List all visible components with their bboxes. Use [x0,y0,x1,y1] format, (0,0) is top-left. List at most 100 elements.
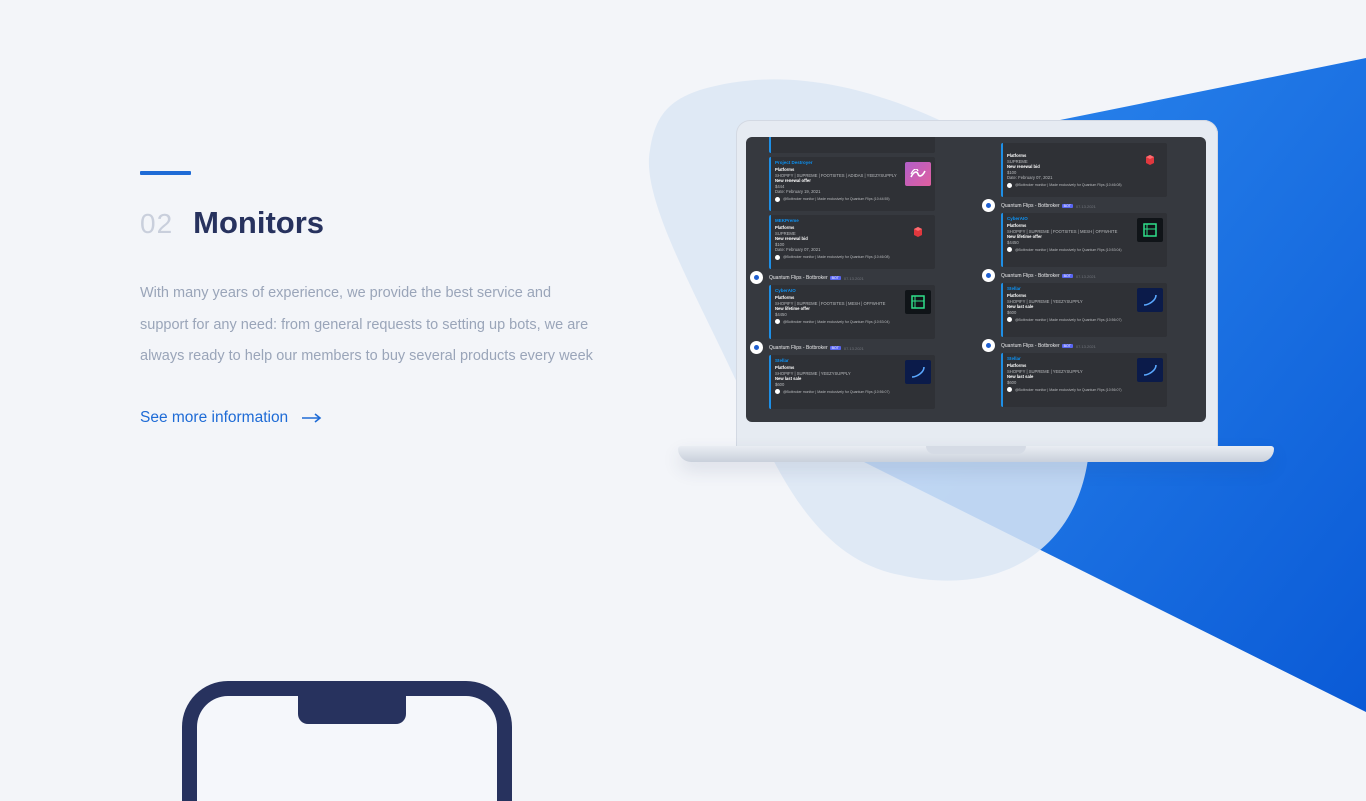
section-description: With many years of experience, we provid… [140,285,593,364]
monitor-feed-right: Platforms SUPREME New renewal bid $100 Date:… [982,143,1204,407]
bot-timestamp: 07.13.2021 [1075,203,1096,209]
monitor-embed: CyberAIO Platforms SHOPIFY | SUPREME | FOO… [1001,213,1167,267]
monitor-embed: Stellar Platforms SHOPIFY | SUPREME | YEEZ… [769,355,935,409]
embed-field-value: $600 [1007,309,1017,315]
monitor-message: Quantum Flips - Botbroker BOT 07.13.2021 St… [750,341,980,409]
section-heading: 02 Monitors [140,205,324,249]
embed-title: MEKPreme [775,218,799,223]
bot-name: Quantum Flips - Botbroker [1001,203,1060,209]
embed-footer: @Botbroker monitor | Made exclusively fo… [1007,247,1137,252]
bot-tag: BOT [829,276,841,280]
embed-field-value: $4450 [1007,239,1019,245]
section-accent-line [140,171,191,175]
embed-title: Project Destroyer [775,160,813,165]
embed-field-value: Date: February 07, 2021 [1007,175,1053,180]
bot-timestamp: 07.13.2021 [843,345,864,351]
see-more-information-label: See more information [140,409,289,426]
bot-header: Quantum Flips - Botbroker BOT 07.13.2021 [982,339,1204,352]
laptop-lid: @Botbroker monitor | Made exclusively fo… [736,120,1218,448]
embed-thumbnail-icon [1137,358,1163,382]
bot-timestamp: 07.13.2021 [1075,343,1096,349]
embed-footer-text: @Botbroker monitor | Made exclusively fo… [783,197,890,201]
mek-logo-icon [1137,148,1163,172]
monitor-embed: Stellar Platforms SHOPIFY | SUPREME | YEEZ… [1001,283,1167,337]
bot-timestamp: 07.13.2021 [843,275,864,281]
embed-title: CyberAIO [775,288,796,293]
bot-header: Quantum Flips - Botbroker BOT 07.13.2021 [982,199,1204,212]
embed-footer: @Botbroker monitor | Made exclusively fo… [775,389,905,394]
embed-footer-text: @Botbroker monitor | Made exclusively fo… [1015,317,1122,322]
embed-footer-text: @Botbroker monitor | Made exclusively fo… [783,389,890,394]
monitor-message: Quantum Flips - Botbroker BOT 07.13.2021 Cy… [982,199,1204,267]
embed-title: CyberAIO [1007,216,1028,221]
bot-header: Quantum Flips - Botbroker BOT 07.13.2021 [750,271,980,284]
bot-name: Quantum Flips - Botbroker [1001,343,1060,349]
botbroker-icon [775,389,780,394]
monitor-embed: Platforms SUPREME New renewal bid $100 Date:… [1001,143,1167,197]
see-more-information-link[interactable]: See more information [140,409,322,427]
quantum-flips-avatar-icon [750,271,763,284]
botbroker-icon [775,254,780,260]
bot-tag: BOT [1061,274,1073,278]
embed-title: Stellar [775,358,789,363]
embed-footer: @Botbroker monitor | Made exclusively fo… [775,196,905,202]
embed-thumbnail-icon [905,162,931,186]
bot-name: Quantum Flips - Botbroker [769,275,828,281]
embed-field-value: $600 [775,381,785,387]
phone-notch [298,694,406,724]
embed-thumbnail-icon [905,360,931,384]
embed-field-value: Date: February 19, 2021 [775,189,821,194]
embed-footer: @Botbroker monitor | Made exclusively fo… [1007,317,1137,322]
embed-field-value: Date: February 07, 2021 [775,247,821,252]
embed-footer: @Botbroker monitor | Made exclusively fo… [1007,387,1137,392]
embed-thumbnail-icon [1137,288,1163,312]
monitor-message: MEKPreme Platforms SUPREME New renewal bid $… [750,215,980,269]
embed-footer-text: @Botbroker monitor | Made exclusively fo… [1015,387,1122,392]
embed-title: Stellar [1007,286,1021,291]
bot-name: Quantum Flips - Botbroker [769,345,828,351]
botbroker-icon [1007,247,1012,252]
monitor-embed: @Botbroker monitor | Made exclusively fo… [769,137,935,153]
embed-thumbnail-icon [905,290,931,314]
monitor-message: Project Destroyer Platforms SHOPIFY | SUPR… [750,157,980,211]
monitor-message: Quantum Flips - Botbroker BOT 07.13.2021 St… [982,339,1204,407]
quantum-flips-avatar-icon [982,339,995,352]
quantum-flips-avatar-icon [750,341,763,354]
bot-tag: BOT [1061,344,1073,348]
botbroker-icon [1007,387,1012,392]
bot-header: Quantum Flips - Botbroker BOT 07.13.2021 [750,341,980,354]
monitor-message: Quantum Flips - Botbroker BOT 07.13.2021 Cy… [750,271,980,339]
embed-thumbnail-icon [1137,218,1163,242]
phone-mockup [182,681,512,801]
botbroker-icon [775,319,780,324]
embed-title: Stellar [1007,356,1021,361]
monitor-embed: Stellar Platforms SHOPIFY | SUPREME | YEEZ… [1001,353,1167,407]
embed-footer-text: @Botbroker monitor | Made exclusively fo… [1015,183,1122,187]
embed-field-value: $4450 [775,311,787,317]
discord-monitor-screenshot: @Botbroker monitor | Made exclusively fo… [746,137,1206,422]
laptop-notch [926,446,1026,454]
monitor-message: Platforms SUPREME New renewal bid $100 Date:… [982,143,1204,197]
quantum-flips-avatar-icon [982,199,995,212]
bot-tag: BOT [1061,204,1073,208]
embed-footer-text: @Botbroker monitor | Made exclusively fo… [1015,247,1122,252]
embed-footer: @Botbroker monitor | Made exclusively fo… [1007,182,1137,188]
monitor-embed: CyberAIO Platforms SHOPIFY | SUPREME | FOO… [769,285,935,339]
bot-name: Quantum Flips - Botbroker [1001,273,1060,279]
embed-footer-text: @Botbroker monitor | Made exclusively fo… [783,255,890,259]
monitor-message: Quantum Flips - Botbroker BOT 07.13.2021 St… [982,269,1204,337]
quantum-flips-avatar-icon [982,269,995,282]
botbroker-icon [1007,182,1012,188]
embed-footer: @Botbroker monitor | Made exclusively fo… [775,319,905,324]
section-number: 02 [140,208,174,239]
arrow-right-icon [302,413,322,423]
embed-title [1007,146,1137,151]
monitor-message: @Botbroker monitor | Made exclusively fo… [750,137,980,153]
mek-logo-icon [905,220,931,244]
embed-footer: @Botbroker monitor | Made exclusively fo… [775,254,905,260]
laptop-mockup: @Botbroker monitor | Made exclusively fo… [678,120,1274,465]
botbroker-icon [775,196,780,202]
botbroker-icon [1007,317,1012,322]
monitor-embed: MEKPreme Platforms SUPREME New renewal bid $… [769,215,935,269]
bot-timestamp: 07.13.2021 [1075,273,1096,279]
